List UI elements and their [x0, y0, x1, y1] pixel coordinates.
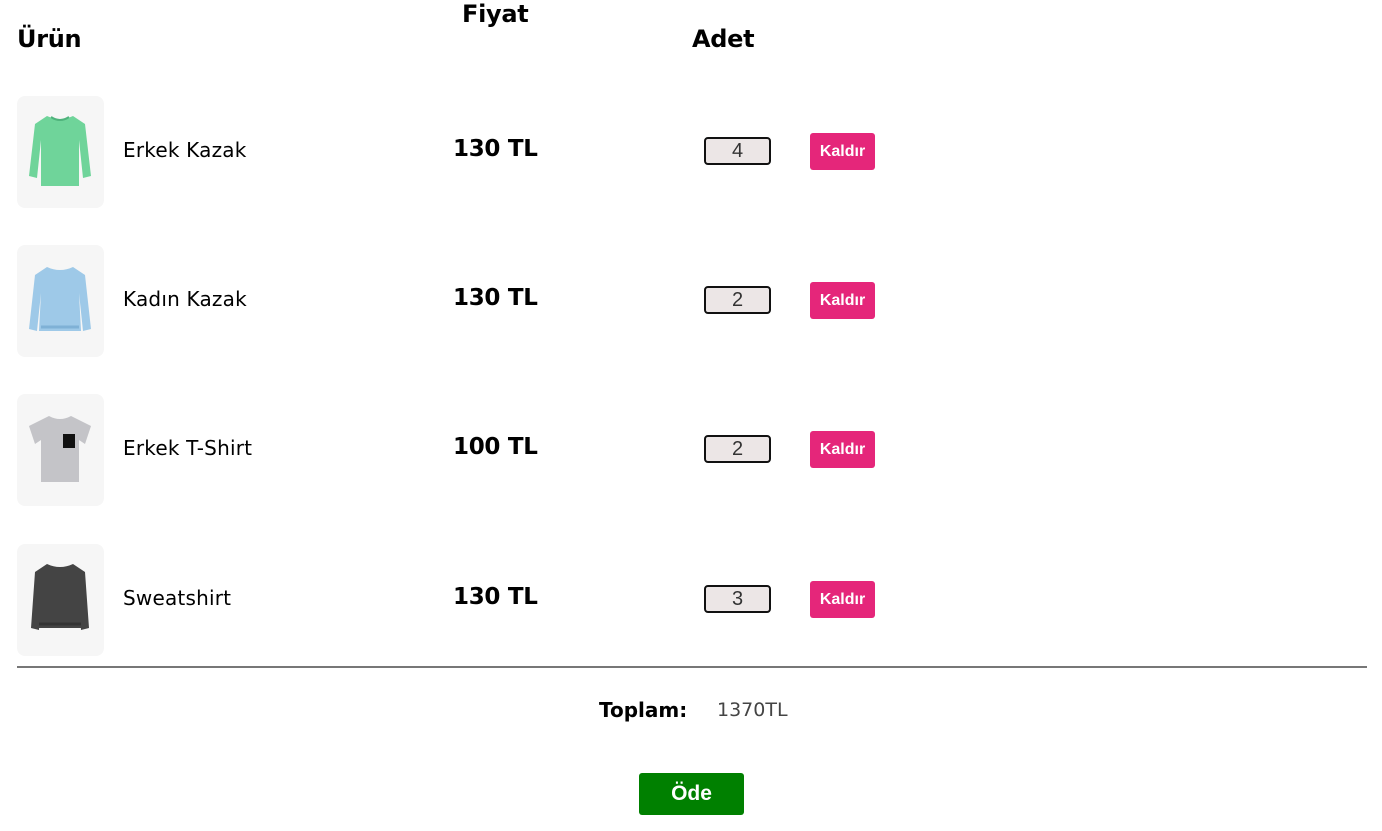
total-label: Toplam: — [599, 698, 688, 722]
cart-row: Kadın Kazak 130 TL 2 Kaldır — [0, 245, 1382, 357]
column-header-price: Fiyat — [462, 0, 529, 28]
quantity-input[interactable]: 3 — [704, 585, 771, 613]
product-image — [17, 544, 104, 656]
remove-button[interactable]: Kaldır — [810, 581, 875, 618]
green-sweater-icon — [29, 116, 91, 186]
quantity-input[interactable]: 2 — [704, 286, 771, 314]
remove-button[interactable]: Kaldır — [810, 282, 875, 319]
grey-tshirt-icon — [29, 416, 91, 482]
product-name: Erkek Kazak — [123, 138, 247, 162]
product-price: 130 TL — [453, 584, 538, 610]
remove-button[interactable]: Kaldır — [810, 431, 875, 468]
cart-row: Erkek Kazak 130 TL 4 Kaldır — [0, 96, 1382, 208]
total-value: 1370TL — [717, 699, 788, 721]
cart-page: Ürün Fiyat Adet Erkek Kazak 130 TL 4 Kal… — [0, 0, 1382, 831]
quantity-input[interactable]: 4 — [704, 137, 771, 165]
blue-sweater-icon — [29, 267, 91, 331]
product-name: Erkek T-Shirt — [123, 436, 253, 460]
product-name: Kadın Kazak — [123, 287, 247, 311]
product-price: 130 TL — [453, 285, 538, 311]
product-price: 100 TL — [453, 434, 538, 460]
product-price: 130 TL — [453, 136, 538, 162]
product-image — [17, 394, 104, 506]
cart-row: Sweatshirt 130 TL 3 Kaldır — [0, 544, 1382, 656]
product-image — [17, 96, 104, 208]
remove-button[interactable]: Kaldır — [810, 133, 875, 170]
cart-row: Erkek T-Shirt 100 TL 2 Kaldır — [0, 394, 1382, 506]
pay-button[interactable]: Öde — [639, 773, 744, 815]
dark-sweatshirt-icon — [31, 564, 89, 630]
quantity-input[interactable]: 2 — [704, 435, 771, 463]
column-header-product: Ürün — [17, 25, 82, 53]
product-name: Sweatshirt — [123, 586, 232, 610]
column-header-quantity: Adet — [692, 25, 755, 53]
divider — [17, 666, 1367, 668]
product-image — [17, 245, 104, 357]
